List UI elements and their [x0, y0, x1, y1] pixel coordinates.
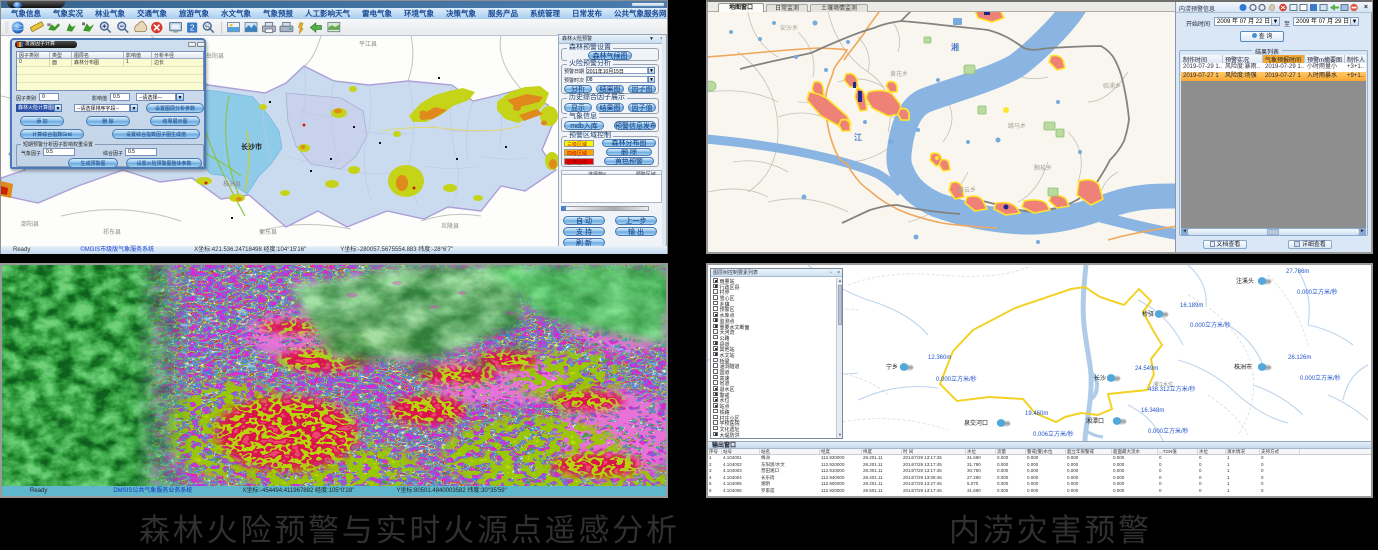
- svg-text:24.549m: 24.549m: [1135, 366, 1158, 372]
- svg-text:祁东县: 祁东县: [103, 228, 121, 236]
- svg-text:0.000立方米/秒: 0.000立方米/秒: [936, 375, 977, 383]
- svg-text:0.000立方米/秒: 0.000立方米/秒: [1300, 374, 1341, 382]
- svg-text:0.000立方米/秒: 0.000立方米/秒: [1148, 427, 1189, 435]
- svg-text:安沙乡: 安沙乡: [780, 24, 798, 32]
- svg-text:岳阳县: 岳阳县: [206, 52, 224, 60]
- svg-text:炎陵县: 炎陵县: [441, 222, 459, 230]
- svg-text:16.189m: 16.189m: [1180, 303, 1203, 309]
- svg-text:江: 江: [854, 132, 862, 142]
- svg-text:26.126m: 26.126m: [1288, 355, 1311, 361]
- svg-text:0.000立方米/秒: 0.000立方米/秒: [1297, 288, 1338, 296]
- svg-text:湘潭口: 湘潭口: [1086, 417, 1104, 425]
- svg-text:桥驿: 桥驿: [1142, 310, 1154, 318]
- svg-text:湘江水位: 湘江水位: [1153, 381, 1173, 388]
- svg-text:株洲县: 株洲县: [223, 180, 241, 188]
- svg-text:27.786m: 27.786m: [1286, 269, 1309, 275]
- svg-text:长沙: 长沙: [1094, 374, 1106, 382]
- svg-text:长沙市: 长沙市: [241, 142, 262, 151]
- svg-text:注溪头: 注溪头: [1236, 277, 1254, 285]
- svg-text:%: %: [205, 24, 210, 30]
- svg-text:宁乡: 宁乡: [886, 363, 898, 371]
- svg-text:19.460m: 19.460m: [1025, 411, 1048, 417]
- svg-text:临浦乡: 临浦乡: [1103, 82, 1121, 90]
- svg-text:0.006立方米/秒: 0.006立方米/秒: [1033, 430, 1074, 438]
- svg-text:跳马乡: 跳马乡: [1008, 122, 1026, 130]
- svg-text:衡东县: 衡东县: [259, 228, 277, 236]
- svg-text:平江县: 平江县: [359, 41, 377, 48]
- svg-text:暮云乡: 暮云乡: [958, 186, 976, 194]
- svg-text:黄花乡: 黄花乡: [890, 70, 908, 78]
- svg-text:泉交河口: 泉交河口: [964, 419, 988, 427]
- svg-text:16.348m: 16.348m: [1141, 408, 1164, 414]
- svg-text:湘: 湘: [951, 42, 959, 52]
- svg-text:0.000立方米/秒: 0.000立方米/秒: [1190, 321, 1231, 329]
- svg-text:12.360m: 12.360m: [928, 355, 951, 361]
- svg-text:株洲市: 株洲市: [1234, 363, 1252, 371]
- svg-text:邵阳县: 邵阳县: [21, 220, 39, 228]
- svg-text:颗梭乡: 颗梭乡: [1034, 164, 1052, 172]
- svg-text:2: 2: [190, 24, 195, 33]
